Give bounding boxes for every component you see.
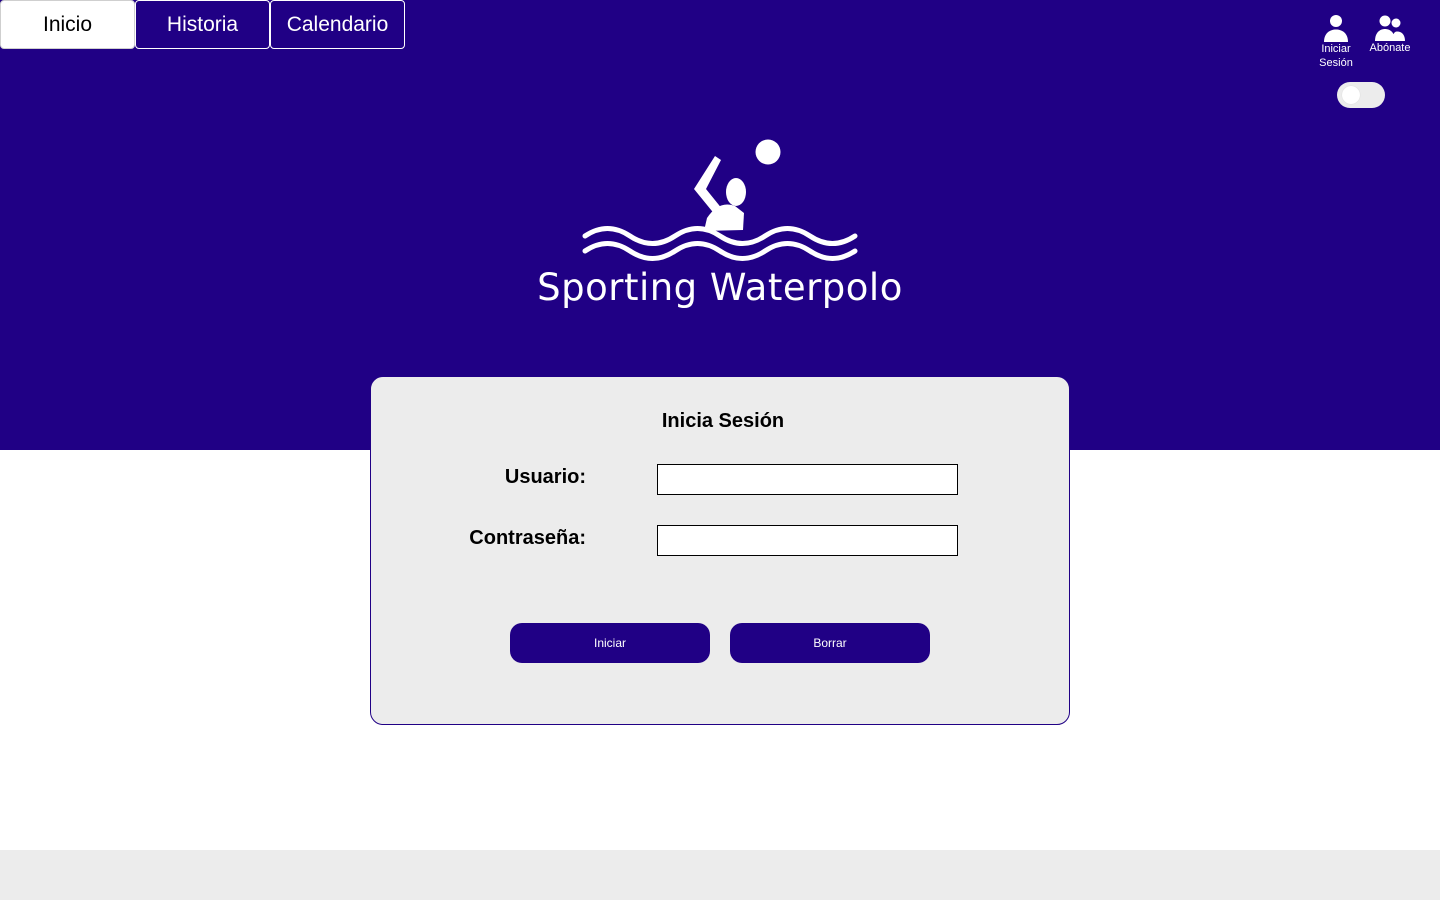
login-button[interactable]: Iniciar [510,623,710,663]
brand-logo: Sporting Waterpolo [530,130,910,320]
login-card: Inicia Sesión Usuario: Contraseña: Inici… [370,376,1070,725]
waterpolo-swimmer-icon [582,139,858,261]
login-link-label: Iniciar Sesión [1319,43,1353,69]
subscribe-link-label: Abónate [1369,42,1411,54]
theme-toggle[interactable] [1337,82,1385,108]
users-icon [1375,15,1405,41]
tab-inicio[interactable]: Inicio [0,0,135,49]
main-nav: Inicio Historia Calendario [0,0,405,49]
account-links: Iniciar Sesión Abónate [1312,14,1414,70]
footer [0,850,1440,900]
password-label: Contraseña: [469,527,586,549]
user-icon [1324,15,1348,42]
login-title: Inicia Sesión [661,410,785,432]
brand-name: Sporting Waterpolo [537,266,903,309]
tab-calendario[interactable]: Calendario [270,0,405,49]
login-link[interactable]: Iniciar Sesión [1312,14,1360,70]
toggle-knob [1342,86,1360,104]
password-field[interactable] [657,525,958,556]
subscribe-link[interactable]: Abónate [1366,14,1414,70]
username-field[interactable] [657,464,958,495]
clear-button[interactable]: Borrar [730,623,930,663]
tab-historia[interactable]: Historia [135,0,270,49]
username-label: Usuario: [504,466,586,488]
